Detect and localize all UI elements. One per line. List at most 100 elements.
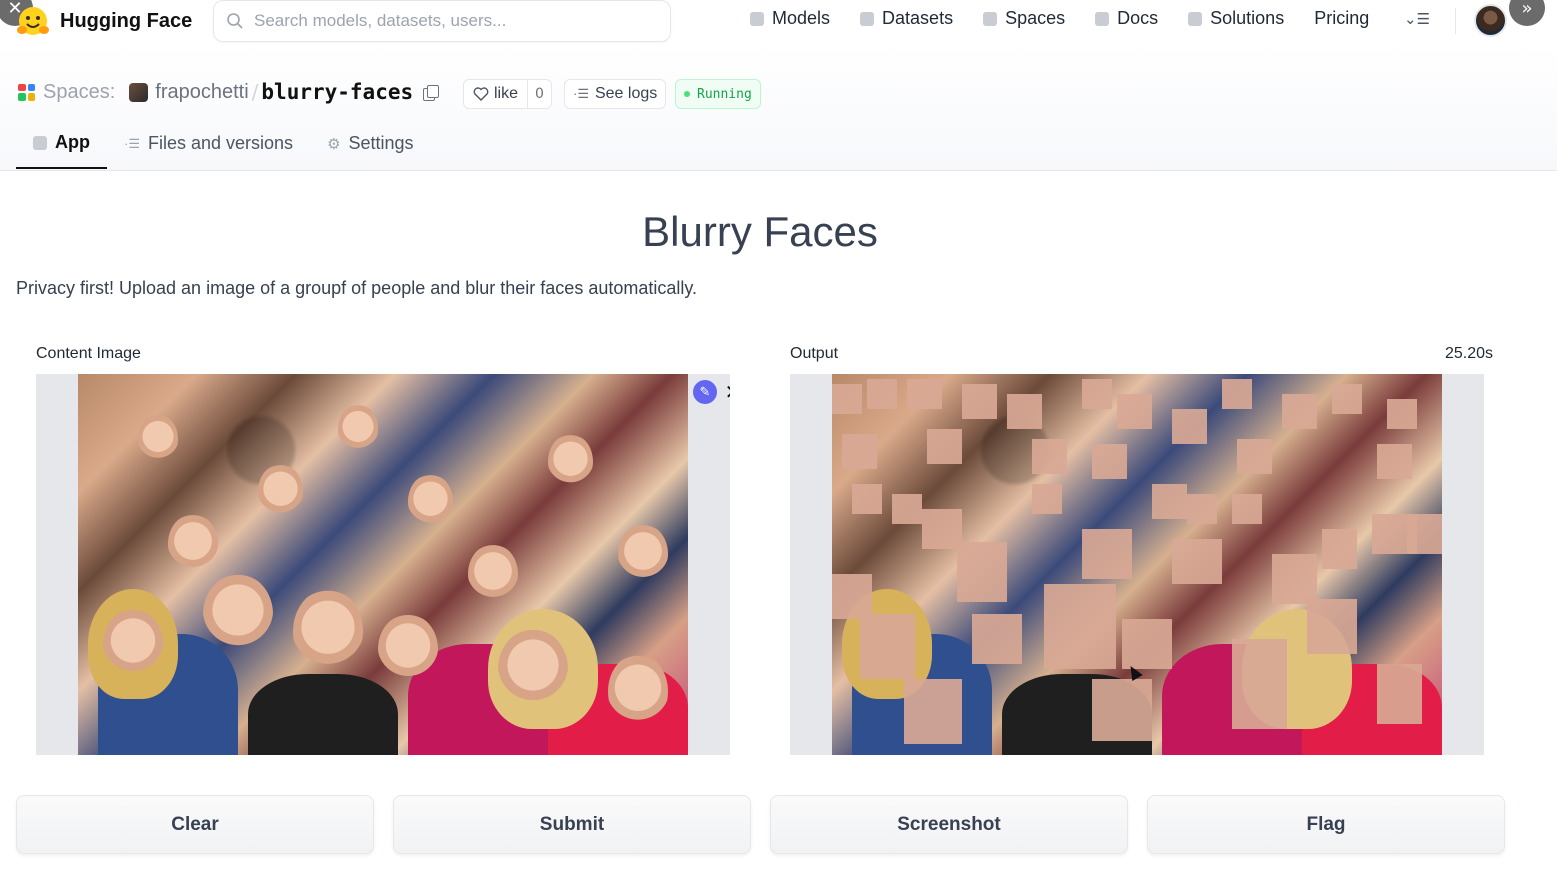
blurred-face bbox=[1387, 399, 1417, 429]
tab-app[interactable]: App bbox=[16, 118, 107, 169]
output-time: 25.20s bbox=[1444, 345, 1493, 362]
tab-app-label: App bbox=[55, 132, 90, 152]
breadcrumb-separator: / bbox=[251, 80, 259, 104]
nav-spaces-label: Spaces bbox=[1005, 8, 1066, 28]
blurred-face bbox=[1237, 439, 1272, 474]
tab-settings-label: Settings bbox=[348, 133, 414, 153]
input-panel: Content Image ✎ ✕ bbox=[16, 323, 750, 775]
solutions-icon bbox=[1188, 11, 1203, 26]
see-logs-button[interactable]: ·☰ See logs bbox=[564, 79, 667, 109]
nav-spaces[interactable]: Spaces bbox=[983, 8, 1065, 29]
blurred-face bbox=[1044, 584, 1116, 669]
copy-icon[interactable] bbox=[423, 84, 440, 101]
person-face bbox=[103, 609, 163, 679]
space-header: Spaces: frapochetti / blurry-faces like … bbox=[0, 44, 1557, 171]
person-face bbox=[258, 464, 303, 519]
search-icon bbox=[227, 13, 243, 29]
files-icon: ·☰ bbox=[124, 135, 140, 151]
person-face bbox=[293, 589, 363, 674]
blurred-face bbox=[852, 484, 882, 514]
nav-links: Models Datasets Spaces Docs Solutions Pr… bbox=[750, 8, 1399, 29]
brand[interactable]: Hugging Face bbox=[16, 4, 192, 38]
status-badge: Running bbox=[675, 79, 761, 109]
blurred-face bbox=[1307, 599, 1357, 654]
person-face bbox=[378, 614, 438, 684]
blurred-face bbox=[860, 614, 915, 679]
nav-divider bbox=[1455, 8, 1456, 34]
like-button[interactable]: like 0 bbox=[463, 79, 552, 109]
person-face bbox=[618, 524, 668, 584]
blurred-face bbox=[1082, 529, 1132, 579]
input-image-area[interactable]: ✎ ✕ bbox=[36, 374, 730, 755]
spaces-logo-icon bbox=[18, 83, 35, 101]
blurred-face bbox=[832, 574, 872, 619]
screenshot-button[interactable]: Screenshot bbox=[770, 795, 1128, 854]
breadcrumb: Spaces: frapochetti / blurry-faces bbox=[18, 80, 440, 104]
more-menu-icon[interactable]: ⌄☰ bbox=[1404, 10, 1430, 28]
gear-icon: ⚙ bbox=[327, 135, 341, 153]
tab-files[interactable]: ·☰ Files and versions bbox=[107, 118, 310, 169]
top-nav: ✕ Hugging Face Models Datasets bbox=[0, 0, 1557, 44]
person-face bbox=[203, 574, 273, 654]
blurred-face bbox=[927, 429, 962, 464]
app-icon bbox=[33, 135, 47, 150]
search-box[interactable] bbox=[213, 0, 671, 42]
blurred-face bbox=[1232, 639, 1287, 729]
expand-panel-icon[interactable]: » bbox=[1509, 0, 1545, 26]
nav-datasets[interactable]: Datasets bbox=[860, 8, 953, 29]
blurred-face bbox=[1092, 679, 1152, 741]
output-image-area[interactable] bbox=[790, 374, 1484, 755]
nav-solutions[interactable]: Solutions bbox=[1188, 8, 1284, 29]
blurred-face bbox=[922, 509, 962, 549]
blurred-face bbox=[957, 542, 1007, 602]
blurred-face bbox=[1407, 514, 1442, 554]
nav-datasets-label: Datasets bbox=[882, 8, 954, 28]
like-label: like bbox=[494, 85, 519, 102]
search-input[interactable] bbox=[254, 11, 654, 31]
space-tabs: App ·☰ Files and versions ⚙ Settings bbox=[16, 118, 431, 171]
output-panel: Output 25.20s bbox=[770, 323, 1504, 775]
logs-icon: ·☰ bbox=[573, 86, 589, 101]
see-logs-label: See logs bbox=[594, 85, 658, 102]
blurred-face bbox=[1332, 384, 1362, 414]
brand-name: Hugging Face bbox=[60, 9, 193, 32]
close-icon[interactable]: ✕ bbox=[721, 380, 730, 404]
docs-icon bbox=[1095, 11, 1110, 26]
like-label-wrap[interactable]: like bbox=[464, 80, 527, 108]
status-dot bbox=[684, 91, 690, 97]
blurred-face bbox=[1092, 444, 1127, 479]
person-face bbox=[168, 514, 218, 574]
pencil-icon[interactable]: ✎ bbox=[693, 380, 717, 404]
blurred-face bbox=[1082, 379, 1112, 409]
blurred-face bbox=[1222, 379, 1252, 409]
submit-button[interactable]: Submit bbox=[393, 795, 751, 854]
models-icon bbox=[750, 11, 764, 26]
person-face bbox=[608, 654, 668, 729]
tab-settings[interactable]: ⚙ Settings bbox=[310, 118, 431, 169]
blurred-face bbox=[962, 384, 997, 419]
nav-pricing[interactable]: Pricing bbox=[1314, 8, 1369, 29]
spaces-icon bbox=[983, 11, 998, 26]
blurred-face bbox=[1032, 484, 1062, 514]
clear-button[interactable]: Clear bbox=[16, 795, 374, 854]
output-image bbox=[832, 374, 1442, 755]
blurred-face bbox=[1032, 439, 1067, 474]
blurred-face bbox=[1122, 619, 1172, 669]
nav-solutions-label: Solutions bbox=[1210, 8, 1285, 28]
user-avatar[interactable] bbox=[1474, 4, 1507, 37]
person-body bbox=[248, 674, 398, 755]
breadcrumb-repo[interactable]: blurry-faces bbox=[261, 80, 413, 104]
nav-pricing-label: Pricing bbox=[1314, 8, 1370, 28]
tab-files-label: Files and versions bbox=[147, 133, 294, 153]
owner-avatar bbox=[129, 82, 149, 102]
flag-button[interactable]: Flag bbox=[1147, 795, 1505, 854]
blurred-face bbox=[1007, 394, 1042, 429]
nav-models[interactable]: Models bbox=[750, 8, 830, 29]
blurred-face bbox=[1152, 484, 1187, 519]
breadcrumb-spaces[interactable]: Spaces: bbox=[43, 81, 115, 104]
person-face bbox=[408, 474, 453, 529]
nav-docs[interactable]: Docs bbox=[1095, 8, 1158, 29]
person-face bbox=[548, 434, 593, 489]
breadcrumb-owner[interactable]: frapochetti bbox=[155, 81, 248, 104]
like-count[interactable]: 0 bbox=[527, 80, 551, 108]
